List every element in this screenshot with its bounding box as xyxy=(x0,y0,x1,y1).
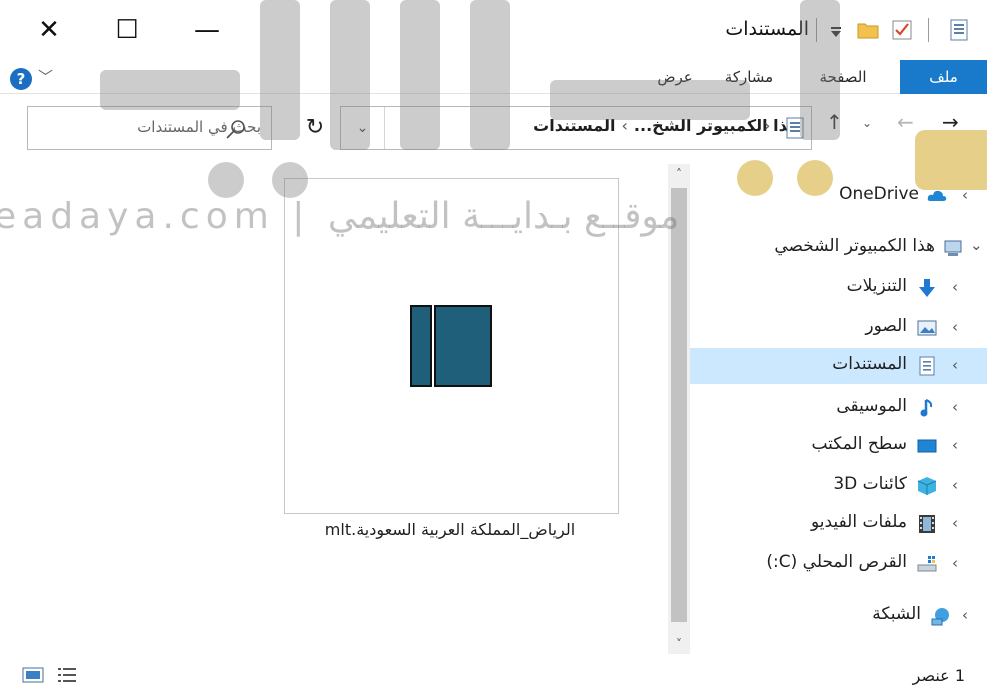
scroll-thumb[interactable] xyxy=(671,188,687,622)
nav-item-label: الموسيقى xyxy=(836,396,907,416)
tab-share[interactable]: مشاركة xyxy=(713,60,785,94)
file-name-label[interactable]: الرياض_المملكة العربية السعودية.mlt xyxy=(270,520,630,539)
breadcrumb[interactable]: هذا الكمبيوتر الشخ...›المستندات xyxy=(533,116,799,135)
pictures-icon xyxy=(917,320,937,336)
tab-file[interactable]: ملف xyxy=(900,60,987,94)
nav-item-videos[interactable]: ‹ ملفات الفيديو xyxy=(690,506,987,542)
nav-item-local-disk[interactable]: ‹ القرص المحلي (C:) xyxy=(690,546,987,582)
nav-item-documents[interactable]: ‹ المستندات xyxy=(690,348,987,384)
nav-item-label: ملفات الفيديو xyxy=(811,512,907,532)
address-row: بحث في المستندات ↻ ⌄ هذا الكمبيوتر الشخ.… xyxy=(0,94,987,164)
nav-item-label: سطح المكتب xyxy=(811,434,907,454)
nav-item-3d-objects[interactable]: ‹ كائنات 3D xyxy=(690,468,987,504)
quick-access-dropdown-icon[interactable] xyxy=(825,18,847,42)
breadcrumb-root-chevron[interactable]: › xyxy=(764,116,770,135)
expand-chevron-icon[interactable]: ‹ xyxy=(952,356,958,374)
network-icon xyxy=(931,608,949,626)
nav-item-label: المستندات xyxy=(832,354,907,374)
window-title: المستندات xyxy=(725,18,809,40)
item-count: 1 عنصر xyxy=(912,666,965,685)
back-button[interactable]: → xyxy=(942,110,959,134)
nav-item-downloads[interactable]: ‹ التنزيلات xyxy=(690,270,987,306)
documents-folder-icon xyxy=(950,19,968,41)
nav-item-label: هذا الكمبيوتر الشخصي xyxy=(774,236,935,256)
download-arrow-icon xyxy=(919,279,935,297)
ribbon-expand-icon[interactable]: ﹀ xyxy=(38,66,53,87)
collapse-chevron-icon[interactable]: ⌄ xyxy=(970,236,983,254)
address-dropdown-icon[interactable]: ⌄ xyxy=(341,107,385,149)
nav-item-this-pc[interactable]: ⌄ هذا الكمبيوتر الشخصي xyxy=(690,230,987,266)
expand-chevron-icon[interactable]: ‹ xyxy=(962,186,968,204)
watermark-text: eadaya.com | موقــع بـدايـــة التعليمي xyxy=(0,196,680,237)
expand-chevron-icon[interactable]: ‹ xyxy=(952,436,958,454)
properties-check-icon[interactable] xyxy=(890,18,914,42)
tab-view[interactable]: عرض xyxy=(645,60,705,94)
expand-chevron-icon[interactable]: ‹ xyxy=(952,476,958,494)
title-divider xyxy=(816,18,817,42)
3d-cube-icon xyxy=(917,477,937,495)
search-box[interactable]: بحث في المستندات xyxy=(27,106,272,150)
large-icons-view-icon[interactable] xyxy=(22,666,44,684)
address-bar[interactable]: ⌄ هذا الكمبيوتر الشخ...›المستندات xyxy=(340,106,812,150)
close-button[interactable]: ✕ xyxy=(14,8,84,52)
maximize-button[interactable]: ☐ xyxy=(92,8,162,52)
expand-chevron-icon[interactable]: ‹ xyxy=(952,554,958,572)
vertical-scrollbar[interactable]: ˄ ˅ xyxy=(668,164,690,654)
up-button[interactable]: ↑ xyxy=(826,110,843,134)
status-bar: 1 عنصر xyxy=(0,654,987,696)
film-icon xyxy=(919,515,935,533)
expand-chevron-icon[interactable]: ‹ xyxy=(952,318,958,336)
details-view-icon[interactable] xyxy=(56,666,78,684)
breadcrumb-separator[interactable]: › xyxy=(622,116,628,135)
expand-chevron-icon[interactable]: ‹ xyxy=(962,606,968,624)
expand-chevron-icon[interactable]: ‹ xyxy=(952,398,958,416)
tab-home[interactable]: الصفحة الرئيسية xyxy=(793,60,893,120)
minimize-button[interactable]: — xyxy=(172,8,242,52)
forward-button[interactable]: ← xyxy=(897,110,914,134)
movie-project-icon xyxy=(410,305,492,387)
title-bar: ✕ ☐ — المستندات xyxy=(0,0,987,60)
nav-item-onedrive[interactable]: ‹ OneDrive xyxy=(690,178,987,214)
documents-location-icon xyxy=(786,117,804,139)
new-folder-icon[interactable] xyxy=(856,18,880,42)
help-icon[interactable]: ? xyxy=(10,68,32,90)
refresh-button[interactable]: ↻ xyxy=(290,106,340,150)
breadcrumb-item-documents[interactable]: المستندات xyxy=(533,116,615,135)
recent-locations-icon[interactable]: ⌄ xyxy=(862,116,872,130)
quick-access-divider xyxy=(928,18,929,42)
breadcrumb-item-this-pc[interactable]: هذا الكمبيوتر الشخ... xyxy=(634,116,799,135)
nav-item-label: كائنات 3D xyxy=(833,474,907,494)
nav-item-label: OneDrive xyxy=(839,184,919,204)
nav-item-pictures[interactable]: ‹ الصور xyxy=(690,310,987,346)
file-list-pane: الرياض_المملكة العربية السعودية.mlt xyxy=(0,164,668,654)
nav-item-music[interactable]: ‹ الموسيقى xyxy=(690,390,987,426)
expand-chevron-icon[interactable]: ‹ xyxy=(952,278,958,296)
nav-item-label: القرص المحلي (C:) xyxy=(766,552,907,572)
nav-item-label: الصور xyxy=(865,316,907,336)
expand-chevron-icon[interactable]: ‹ xyxy=(952,514,958,532)
desktop-icon xyxy=(917,439,937,453)
music-note-icon xyxy=(920,399,933,417)
search-icon xyxy=(226,120,245,139)
nav-item-desktop[interactable]: ‹ سطح المكتب xyxy=(690,428,987,464)
file-explorer-window: ✕ ☐ — المستندات ملف الصفحة الرئيسية مشار… xyxy=(0,0,987,696)
ribbon-tabs: ملف الصفحة الرئيسية مشاركة عرض xyxy=(0,60,987,120)
computer-icon xyxy=(944,240,962,256)
nav-item-label: التنزيلات xyxy=(846,276,907,296)
scroll-down-icon[interactable]: ˅ xyxy=(668,634,690,654)
scroll-up-icon[interactable]: ˄ xyxy=(668,164,690,184)
nav-item-network[interactable]: ‹ الشبكة xyxy=(690,598,987,634)
cloud-icon xyxy=(927,190,947,201)
documents-icon xyxy=(919,356,935,376)
drive-icon xyxy=(917,556,937,572)
navigation-pane: ‹ OneDrive ⌄ هذا الكمبيوتر الشخصي ‹ التن… xyxy=(690,164,987,654)
nav-item-label: الشبكة xyxy=(872,604,921,624)
